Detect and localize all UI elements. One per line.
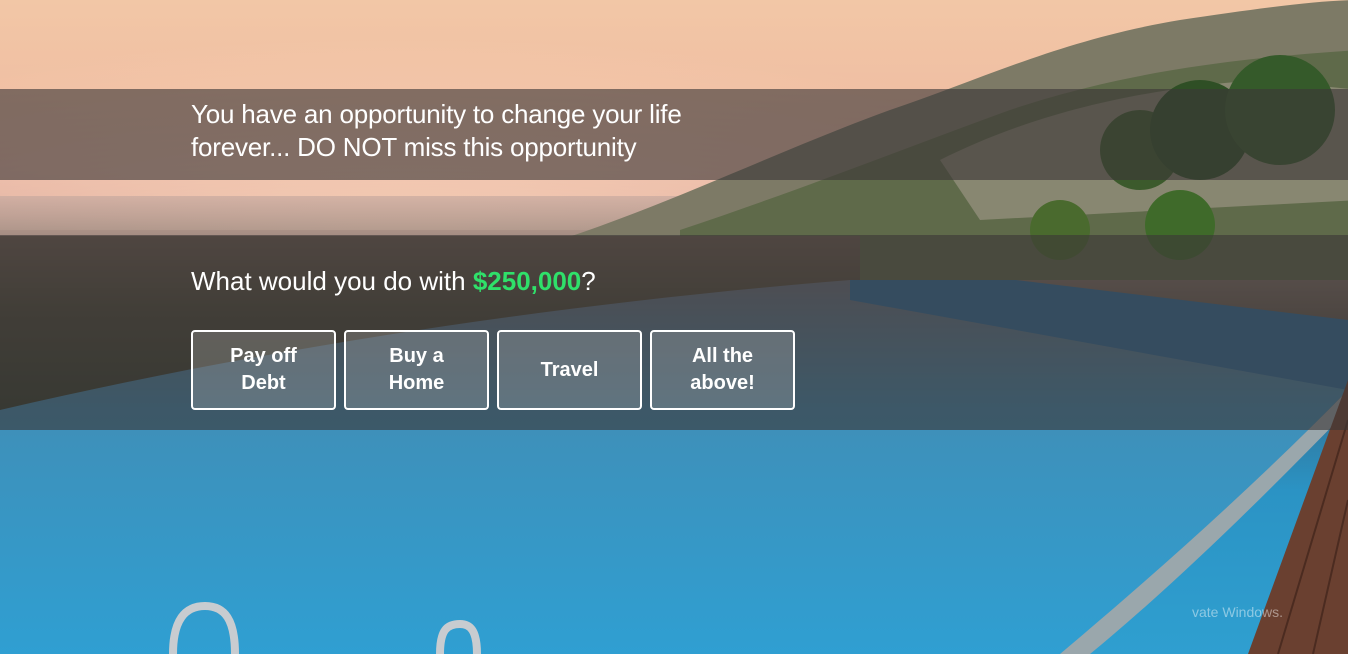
option-label-line1: Pay off bbox=[230, 345, 297, 367]
option-all-the-above-button[interactable]: All the above! bbox=[650, 330, 795, 410]
background-scene: You have an opportunity to change your l… bbox=[0, 0, 1348, 654]
headline: You have an opportunity to change your l… bbox=[191, 98, 751, 164]
option-label-line2: Debt bbox=[241, 372, 286, 394]
option-label-line2: Home bbox=[388, 372, 445, 394]
question-prefix: What would you do with bbox=[191, 266, 473, 296]
option-label-line1: All the bbox=[691, 345, 754, 367]
headline-line-2: forever... DO NOT miss this opportunity bbox=[191, 132, 637, 162]
option-travel-button[interactable]: Travel bbox=[497, 330, 642, 410]
pool-ladder-image bbox=[169, 601, 481, 654]
option-label-line1: Travel bbox=[540, 358, 599, 381]
option-buy-a-home-button[interactable]: Buy a Home bbox=[344, 330, 489, 410]
answer-options: Pay off Debt Buy a Home Travel All the a… bbox=[191, 330, 795, 410]
activate-windows-watermark: vate Windows. bbox=[1192, 604, 1284, 620]
headline-line-1: You have an opportunity to change your l… bbox=[191, 99, 682, 129]
question-amount: $250,000 bbox=[472, 266, 582, 296]
question-text: What would you do with $250,000? bbox=[191, 264, 596, 298]
option-label-line2: above! bbox=[690, 372, 755, 394]
question-suffix: ? bbox=[581, 266, 596, 296]
option-label-line1: Buy a bbox=[389, 345, 444, 367]
option-pay-off-debt-button[interactable]: Pay off Debt bbox=[191, 330, 336, 410]
